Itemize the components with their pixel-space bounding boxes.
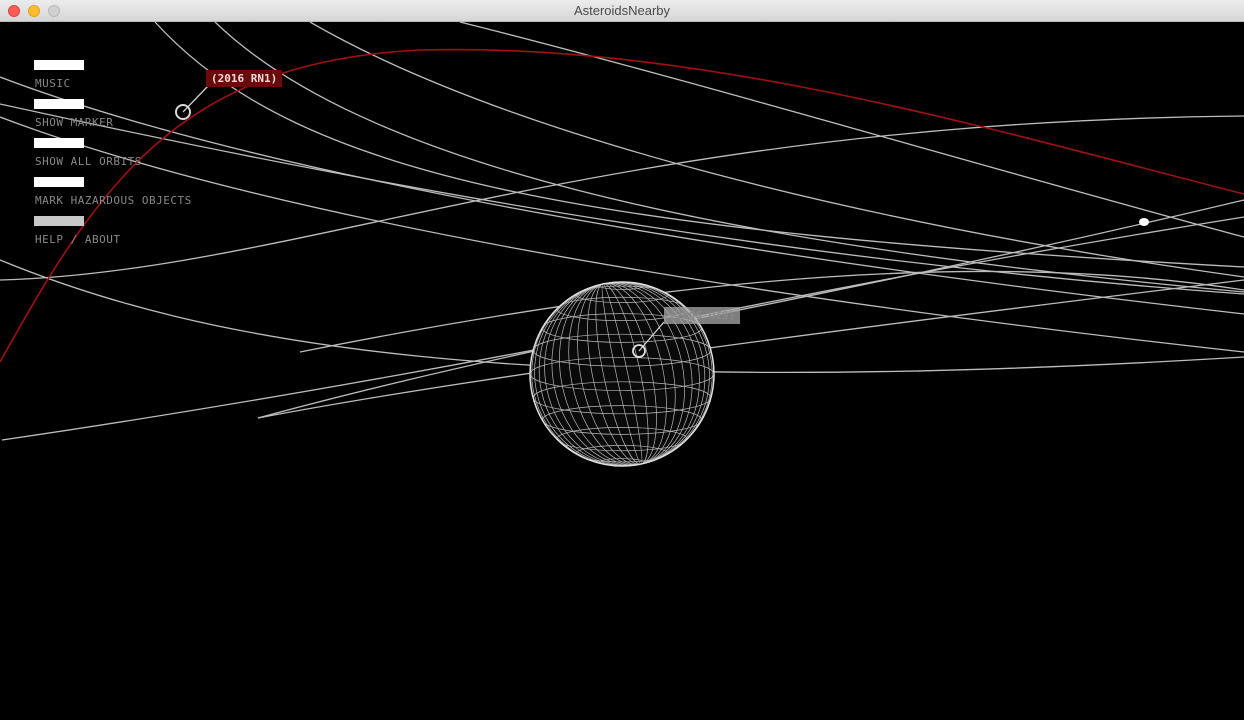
orbit-line	[257, 279, 1244, 419]
orbit-line	[154, 21, 1244, 268]
control-show-all-orbits[interactable]: SHOW ALL ORBITS	[34, 138, 234, 178]
asteroid-label-selected[interactable]: (2006 UI9)	[664, 307, 741, 324]
control-label: SHOW ALL ORBITS	[35, 155, 142, 168]
title-bar: AsteroidsNearby	[0, 0, 1244, 22]
orbit-line	[309, 21, 1244, 278]
control-music[interactable]: MUSIC	[34, 60, 234, 100]
show-all-orbits-toggle[interactable]	[34, 138, 84, 148]
app-window: AsteroidsNearby (2016 RN1) (2006 UI9) MU…	[0, 0, 1244, 720]
control-label: SHOW MARKER	[35, 116, 114, 129]
earth-wireframe[interactable]	[513, 265, 731, 483]
help-about-button[interactable]	[34, 216, 84, 226]
orbit-line	[257, 216, 1244, 419]
music-toggle[interactable]	[34, 60, 84, 70]
control-label: MARK HAZARDOUS OBJECTS	[35, 194, 192, 207]
control-label: HELP / ABOUT	[35, 233, 121, 246]
control-mark-hazardous[interactable]: MARK HAZARDOUS OBJECTS	[34, 177, 234, 217]
show-marker-toggle[interactable]	[34, 99, 84, 109]
orbit-line	[214, 21, 1244, 293]
control-show-marker[interactable]: SHOW MARKER	[34, 99, 234, 139]
asteroid-dot	[1139, 218, 1149, 226]
mark-hazardous-toggle[interactable]	[34, 177, 84, 187]
orbit-scene[interactable]: (2016 RN1) (2006 UI9) MUSIC SHOW MARKER …	[0, 21, 1244, 720]
control-label: MUSIC	[35, 77, 71, 90]
control-help-about[interactable]: HELP / ABOUT	[34, 216, 234, 256]
window-title: AsteroidsNearby	[573, 3, 671, 18]
